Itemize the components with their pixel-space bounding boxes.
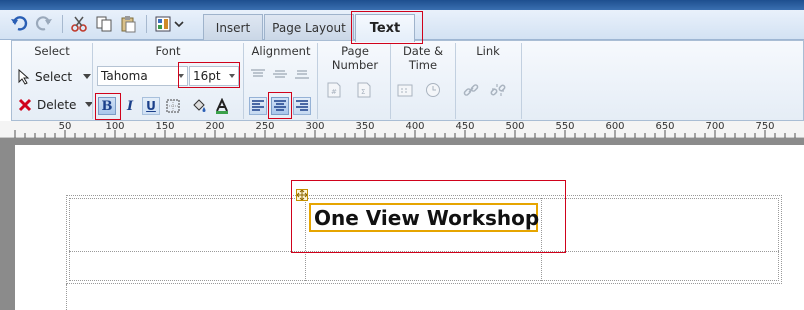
window-top-bar <box>0 0 804 10</box>
layout-guide <box>66 284 67 310</box>
time-icon[interactable] <box>424 81 442 99</box>
ruler-label: 700 <box>705 121 725 132</box>
font-color-icon[interactable] <box>213 97 231 115</box>
highlight-box <box>178 62 240 88</box>
border-icon[interactable] <box>164 97 182 115</box>
delete-icon <box>18 98 32 112</box>
italic-label: I <box>126 98 134 114</box>
highlight-box <box>291 180 566 253</box>
underline-button[interactable]: U <box>142 97 160 115</box>
svg-text:Σ: Σ <box>361 88 365 96</box>
chevron-down-icon <box>83 74 92 79</box>
group-separator <box>521 43 522 119</box>
align-top-icon[interactable] <box>249 65 267 83</box>
ruler-label: 750 <box>755 121 775 132</box>
paste-icon[interactable] <box>117 13 139 35</box>
copy-icon[interactable] <box>93 13 115 35</box>
ruler-label: 650 <box>655 121 675 132</box>
insert-link-icon[interactable] <box>462 81 480 99</box>
select-button[interactable]: Select <box>18 69 92 85</box>
pointer-icon <box>18 69 30 85</box>
group-title-alignment: Alignment <box>251 44 311 58</box>
ruler-label: 250 <box>255 121 275 132</box>
group-title-link: Link <box>476 44 500 58</box>
font-family-select[interactable]: Tahoma <box>97 66 188 86</box>
align-middle-icon[interactable] <box>271 65 289 83</box>
ribbon: Select Select Delete Font Tahoma 16pt B … <box>11 40 804 121</box>
toolbar-separator <box>146 15 147 33</box>
ruler-label: 100 <box>105 121 125 132</box>
tab-label: Insert <box>215 21 251 35</box>
highlight-box <box>268 92 292 119</box>
highlight-box <box>95 93 121 120</box>
fill-color-icon[interactable] <box>190 97 208 115</box>
svg-text:#: # <box>331 88 337 96</box>
layout-icon[interactable] <box>152 13 174 35</box>
highlight-box <box>351 11 423 44</box>
ruler-label: 500 <box>505 121 525 132</box>
ruler-label: 300 <box>305 121 325 132</box>
ruler-label: 450 <box>455 121 475 132</box>
italic-button[interactable]: I <box>121 97 139 115</box>
toolbar-separator <box>62 15 63 33</box>
font-family-value: Tahoma <box>101 69 148 83</box>
chevron-down-icon[interactable] <box>172 13 186 35</box>
ruler-label: 550 <box>555 121 575 132</box>
date-icon[interactable] <box>396 81 414 99</box>
align-left-icon[interactable] <box>249 97 267 115</box>
group-title-select: Select <box>34 44 70 58</box>
horizontal-ruler: 50 100 150 200 250 300 350 400 450 500 550 600 650 70… <box>0 121 804 138</box>
group-title-font: Font <box>155 44 181 58</box>
group-title-date-time: Date & Time <box>402 44 444 72</box>
remove-link-icon[interactable] <box>489 81 507 99</box>
select-label: Select <box>35 70 73 84</box>
tab-label: Page Layout <box>272 21 346 35</box>
ruler-label: 350 <box>355 121 375 132</box>
align-bottom-icon[interactable] <box>293 65 311 83</box>
group-title-page-number: Page Number <box>331 44 379 72</box>
ruler-label: 150 <box>155 121 175 132</box>
ruler-label: 200 <box>205 121 225 132</box>
undo-icon[interactable] <box>8 13 30 35</box>
tab-page-layout[interactable]: Page Layout <box>264 14 354 41</box>
page-count-icon[interactable]: Σ <box>355 81 373 99</box>
align-right-icon[interactable] <box>293 97 311 115</box>
ruler-label: 400 <box>405 121 425 132</box>
cut-icon[interactable] <box>68 13 90 35</box>
ruler-label: 50 <box>58 121 72 132</box>
tab-insert[interactable]: Insert <box>203 14 263 41</box>
redo-icon[interactable] <box>33 13 55 35</box>
delete-label: Delete <box>37 98 77 112</box>
page-number-icon[interactable]: # <box>325 81 343 99</box>
delete-button[interactable]: Delete <box>18 98 94 112</box>
ruler-label: 600 <box>605 121 625 132</box>
underline-label: U <box>146 99 156 113</box>
